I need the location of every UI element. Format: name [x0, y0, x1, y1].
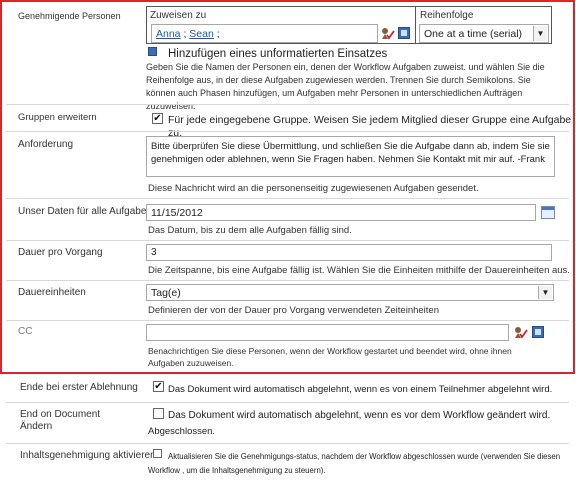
duration-units-select[interactable]: Tag(e) ▼: [146, 284, 554, 301]
expand-groups-checkbox[interactable]: ✔: [152, 113, 163, 124]
separator: [6, 320, 569, 321]
chevron-down-icon[interactable]: ▼: [533, 26, 547, 41]
content-approval-label: Inhaltsgenehmigung aktivieren: [20, 450, 156, 461]
duration-units-label: Dauereinheiten: [18, 287, 86, 298]
table-divider: [415, 7, 416, 43]
end-first-reject-text: Das Dokument wird automatisch abgelehnt,…: [168, 384, 553, 395]
order-select-value: One at a time (serial): [424, 28, 523, 40]
request-description: Diese Nachricht wird an die personenseit…: [148, 183, 479, 194]
duration-units-value: Tag(e): [151, 287, 181, 299]
request-label: Anforderung: [18, 139, 74, 150]
separator: [6, 402, 569, 403]
address-book-icon[interactable]: [532, 326, 544, 338]
check-names-icon[interactable]: [381, 27, 395, 40]
separator: [6, 104, 569, 105]
separator: [6, 280, 569, 281]
assign-to-header: Zuweisen zu: [150, 10, 207, 21]
add-unformatted-link[interactable]: Hinzufügen eines unformatierten Einsatze…: [168, 48, 387, 61]
end-doc-change-checkbox[interactable]: [153, 408, 164, 419]
duration-label: Dauer pro Vorgang: [18, 247, 103, 258]
request-textarea[interactable]: Bitte überprüfen Sie diese Übermittlung,…: [146, 136, 555, 177]
duration-units-description: Definieren der von der Dauer pro Vorgang…: [148, 305, 439, 316]
order-header: Reihenfolge: [420, 10, 474, 21]
approvers-label: Genehmigende Personen: [18, 11, 121, 21]
cc-input[interactable]: [146, 324, 509, 341]
cc-label: CC: [18, 326, 33, 337]
end-doc-change-label: End on Document Ändern: [20, 409, 101, 432]
content-approval-text: Aktualisieren Sie die Genehmigungs-statu…: [148, 452, 561, 475]
expand-groups-label: Gruppen erweitern: [18, 112, 97, 123]
order-select[interactable]: One at a time (serial) ▼: [419, 24, 549, 43]
end-doc-change-extra: Abgeschlossen.: [148, 426, 216, 437]
separator: [6, 240, 569, 241]
end-first-reject-checkbox[interactable]: ✔: [153, 381, 164, 392]
duration-input[interactable]: 3: [146, 244, 552, 261]
separator: [6, 131, 569, 132]
approvers-names-input[interactable]: Anna ; Sean ;: [151, 24, 378, 43]
chevron-down-icon[interactable]: ▼: [538, 286, 552, 299]
separator: [6, 443, 569, 444]
approvers-description: Geben Sie die Namen der Personen ein, de…: [146, 62, 545, 111]
due-date-label: Unser Daten für alle Aufgaben: [18, 206, 150, 217]
calendar-icon[interactable]: [541, 206, 555, 219]
approver-name-anna[interactable]: Anna: [156, 28, 181, 40]
address-book-icon[interactable]: [398, 27, 410, 39]
check-names-icon[interactable]: [514, 326, 528, 339]
cc-description: Benachrichtigen Sie diese Personen, wenn…: [148, 346, 512, 368]
due-date-description: Das Datum, bis zu dem alle Aufgaben fäll…: [148, 225, 352, 236]
approver-name-sean[interactable]: Sean: [189, 28, 214, 40]
due-date-input[interactable]: 11/15/2012: [146, 204, 536, 221]
duration-description: Die Zeitspanne, bis eine Aufgabe fällig …: [148, 265, 570, 276]
end-first-reject-label: Ende bei erster Ablehnung: [20, 382, 138, 393]
end-doc-change-text: Das Dokument wird automatisch abgelehnt,…: [168, 410, 551, 421]
separator: [6, 198, 569, 199]
add-stage-icon[interactable]: [148, 47, 157, 56]
